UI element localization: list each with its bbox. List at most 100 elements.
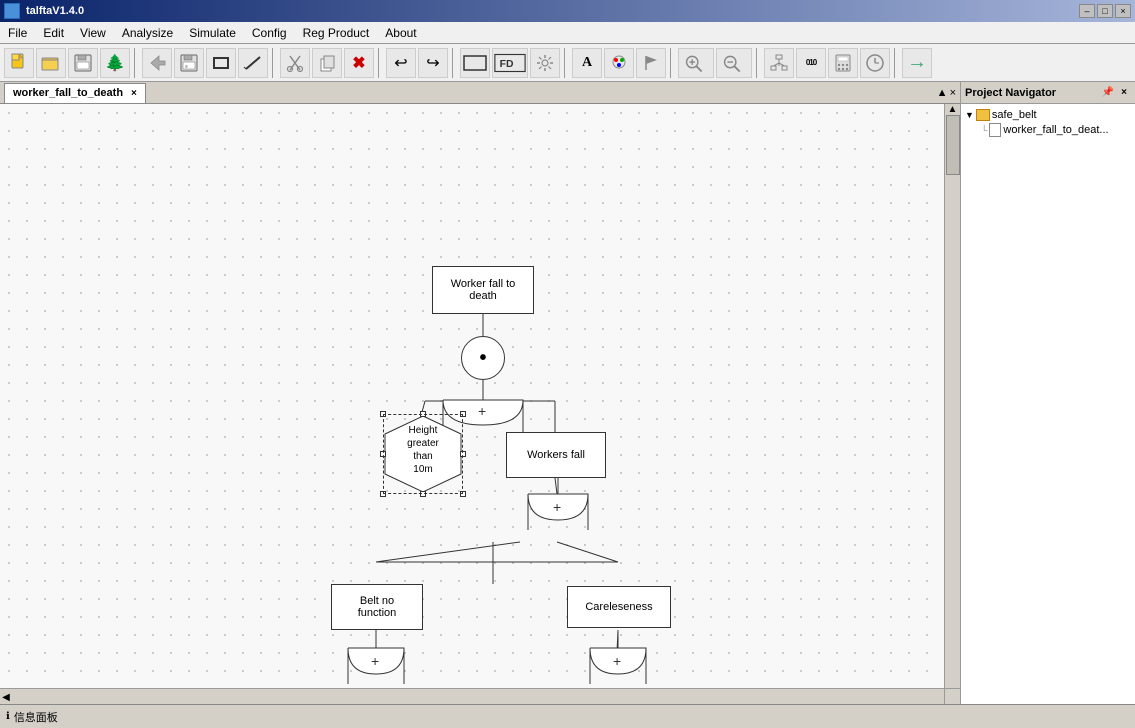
btn-binary[interactable]: 010 [796,48,826,78]
project-nav-header: Project Navigator 📌 × [961,82,1135,104]
gate-left-and: + [340,632,412,684]
nav-close-button[interactable]: × [1117,86,1131,100]
handle-tl[interactable] [380,411,386,417]
tree-label-worker-fall: worker_fall_to_deat... [1003,124,1108,136]
menu-reg-product[interactable]: Reg Product [295,22,378,44]
tab-pin-close-button[interactable]: × [950,87,956,99]
svg-text:≡: ≡ [185,64,188,70]
horizontal-scrollbar[interactable]: ◀ [0,688,944,704]
handle-bm[interactable] [420,491,426,497]
node-carelessness-label: Careleseness [585,601,652,613]
btn-color[interactable] [604,48,634,78]
folder-icon-safe-belt [976,109,990,121]
window-controls: – □ × [1079,4,1131,18]
btn-calc[interactable] [828,48,858,78]
btn-copy[interactable] [312,48,342,78]
node-dot[interactable]: • [461,336,505,380]
menu-simulate[interactable]: Simulate [181,22,244,44]
close-button[interactable]: × [1115,4,1131,18]
titlebar: talftaV1.4.0 – □ × [0,0,1135,22]
sep5 [564,48,568,78]
nav-header-buttons: 📌 × [1101,86,1131,100]
menubar: File Edit View Analysize Simulate Config… [0,22,1135,44]
svg-text:FD: FD [500,58,514,69]
sep6 [670,48,674,78]
menu-view[interactable]: View [72,22,114,44]
btn-cut[interactable] [280,48,310,78]
vertical-scrollbar[interactable]: ▲ [944,104,960,688]
btn-tree[interactable]: 🌲 [100,48,130,78]
tab-collapse-button[interactable]: ▲ [937,87,948,99]
menu-config[interactable]: Config [244,22,295,44]
btn-open[interactable] [36,48,66,78]
node-height-label: Heightgreaterthan10m [387,424,459,476]
svg-text:+: + [371,653,379,669]
status-label: 信息面板 [14,709,58,725]
btn-delete[interactable]: ✖ [344,48,374,78]
btn-save[interactable] [68,48,98,78]
app-title-text: talftaV1.4.0 [26,5,84,17]
gate-right-and: + [582,632,654,684]
btn-redo[interactable]: ↪ [418,48,448,78]
svg-text:+: + [553,499,561,515]
btn-undo[interactable]: ↩ [386,48,416,78]
btn-back[interactable] [142,48,172,78]
maximize-button[interactable]: □ [1097,4,1113,18]
sep7 [756,48,760,78]
handle-br[interactable] [460,491,466,497]
handle-ml[interactable] [380,451,386,457]
svg-text:+: + [478,403,486,419]
canvas-area[interactable]: Worker fall todeath • + [0,104,960,704]
tree-line-icon: └ [981,125,987,135]
handle-tr[interactable] [460,411,466,417]
sep3 [378,48,382,78]
project-navigator: Project Navigator 📌 × ▼ safe_belt └ work… [960,82,1135,704]
btn-clock[interactable] [860,48,890,78]
menu-file[interactable]: File [0,22,35,44]
handle-mr[interactable] [460,451,466,457]
btn-zoom-in[interactable] [678,48,714,78]
btn-zoom-out[interactable] [716,48,752,78]
tree-item-safe-belt[interactable]: ▼ safe_belt [965,108,1131,122]
node-belt-no-func[interactable]: Belt nofunction [331,584,423,630]
tab-close-button[interactable]: × [131,88,137,99]
btn-org[interactable] [764,48,794,78]
btn-box[interactable] [460,48,490,78]
tree-indent-worker-fall: └ worker_fall_to_deat... [965,122,1131,138]
handle-tm[interactable] [420,411,426,417]
btn-rect[interactable] [206,48,236,78]
btn-text[interactable]: A [572,48,602,78]
node-belt-label: Belt nofunction [358,595,397,619]
tree-item-worker-fall[interactable]: └ worker_fall_to_deat... [981,122,1131,138]
menu-edit[interactable]: Edit [35,22,72,44]
btn-flag[interactable] [636,48,666,78]
menu-analysize[interactable]: Analysize [114,22,181,44]
tab-label: worker_fall_to_death [13,87,123,99]
file-icon-worker-fall [989,123,1001,137]
node-workers-fall-label: Workers fall [527,449,585,461]
app-icon [4,3,20,19]
sep2 [272,48,276,78]
minimize-button[interactable]: – [1079,4,1095,18]
project-nav-title: Project Navigator [965,87,1056,99]
menu-about[interactable]: About [377,22,424,44]
btn-new[interactable] [4,48,34,78]
node-carelessness[interactable]: Careleseness [567,586,671,628]
handle-bl[interactable] [380,491,386,497]
btn-line[interactable] [238,48,268,78]
btn-save2[interactable]: ≡ [174,48,204,78]
tree-arrow-safe-belt: ▼ [965,110,974,120]
node-top-event-label: Worker fall todeath [451,278,516,302]
statusbar: ℹ 信息面板 [0,704,1135,728]
tab-worker-fall[interactable]: worker_fall_to_death × [4,83,146,103]
nav-pin-button[interactable]: 📌 [1101,86,1115,100]
btn-tools[interactable] [530,48,560,78]
btn-fd[interactable]: FD [492,48,528,78]
node-top-event[interactable]: Worker fall todeath [432,266,534,314]
gate-mid-and: + [518,478,598,530]
vertical-scroll-thumb[interactable] [946,115,960,175]
node-workers-fall[interactable]: Workers fall [506,432,606,478]
btn-arrow[interactable]: → [902,48,932,78]
node-height-event[interactable]: Heightgreaterthan10m [383,414,463,494]
sep4 [452,48,456,78]
